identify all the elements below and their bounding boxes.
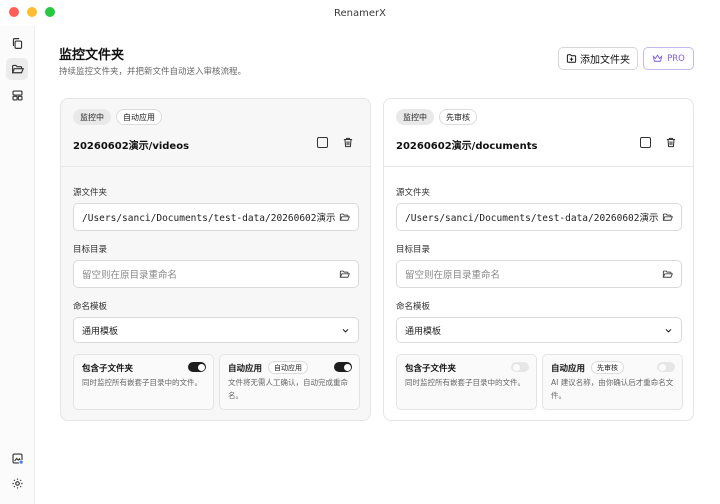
option-desc: 文件将无需人工确认，自动完成重命名。 bbox=[228, 378, 348, 400]
trash-icon[interactable] bbox=[342, 136, 354, 149]
include-subfolders-option: 包含子文件夹 同时监控所有嵌套子目录中的文件。 bbox=[396, 354, 537, 410]
add-folder-label: 添加文件夹 bbox=[580, 55, 630, 66]
source-folder-label: 源文件夹 bbox=[396, 188, 431, 198]
folder-open-icon[interactable] bbox=[662, 269, 673, 280]
folder-open-icon[interactable] bbox=[339, 212, 350, 223]
page-subtitle: 持续监控文件夹，并把新文件自动送入审核流程。 bbox=[59, 67, 247, 77]
main-content: 监控文件夹 持续监控文件夹，并把新文件自动送入审核流程。 添加文件夹 PRO 监… bbox=[35, 26, 720, 504]
copy-icon bbox=[12, 37, 22, 49]
zoom-window-button[interactable] bbox=[45, 7, 55, 17]
add-folder-button[interactable]: 添加文件夹 bbox=[558, 47, 638, 70]
close-window-button[interactable] bbox=[9, 7, 19, 17]
crown-icon bbox=[652, 54, 663, 62]
folder-plus-icon bbox=[566, 54, 577, 63]
source-folder-field[interactable]: /Users/sanci/Documents/test-data/2026060… bbox=[396, 203, 682, 231]
option-desc: AI 建议名称，由你确认后才重命名文件。 bbox=[551, 378, 674, 400]
template-label: 命名模板 bbox=[73, 302, 108, 312]
option-title: 包含子文件夹 bbox=[82, 364, 134, 374]
status-badge: 监控中 bbox=[396, 109, 434, 125]
sidebar bbox=[0, 26, 35, 504]
template-select[interactable]: 通用模板 bbox=[73, 317, 359, 343]
sidebar-item-layout[interactable] bbox=[6, 84, 28, 106]
pro-label: PRO bbox=[667, 53, 685, 64]
target-dir-field[interactable]: 留空则在原目录重命名 bbox=[396, 260, 682, 288]
window-controls bbox=[9, 7, 55, 17]
mode-badge: 先审核 bbox=[439, 109, 477, 125]
minimize-window-button[interactable] bbox=[27, 7, 37, 17]
sidebar-item-image[interactable] bbox=[6, 447, 28, 469]
template-select[interactable]: 通用模板 bbox=[396, 317, 682, 343]
target-dir-placeholder: 留空则在原目录重命名 bbox=[82, 270, 178, 281]
template-label: 命名模板 bbox=[396, 302, 431, 312]
page-title: 监控文件夹 bbox=[59, 48, 125, 63]
option-title: 自动应用 bbox=[228, 364, 263, 374]
option-title: 包含子文件夹 bbox=[405, 364, 457, 374]
folder-open-icon[interactable] bbox=[339, 269, 350, 280]
target-dir-placeholder: 留空则在原目录重命名 bbox=[405, 270, 501, 281]
template-value: 通用模板 bbox=[405, 326, 442, 337]
layout-icon bbox=[11, 89, 23, 101]
include-subfolders-toggle[interactable] bbox=[188, 362, 206, 372]
source-folder-value: /Users/sanci/Documents/test-data/2026060… bbox=[82, 213, 335, 224]
trash-icon[interactable] bbox=[665, 136, 677, 149]
option-badge: 先审核 bbox=[591, 361, 624, 374]
title-bar: RenamerX bbox=[0, 0, 720, 26]
chevron-down-icon bbox=[665, 328, 672, 333]
include-subfolders-option: 包含子文件夹 同时监控所有嵌套子目录中的文件。 bbox=[73, 354, 214, 410]
sidebar-item-watch-folders[interactable] bbox=[6, 58, 28, 80]
option-title: 自动应用 bbox=[551, 364, 586, 374]
folder-card: 监控中 先审核 20260602演示/documents 源文件夹 /Users… bbox=[383, 98, 694, 421]
target-dir-label: 目标目录 bbox=[73, 245, 108, 255]
folder-open-icon[interactable] bbox=[662, 212, 673, 223]
card-title: 20260602演示/documents bbox=[396, 141, 538, 152]
card-title: 20260602演示/videos bbox=[73, 141, 190, 152]
target-dir-label: 目标目录 bbox=[396, 245, 431, 255]
stop-square-icon[interactable] bbox=[317, 137, 328, 148]
pro-button[interactable]: PRO bbox=[643, 47, 694, 70]
source-folder-label: 源文件夹 bbox=[73, 188, 108, 198]
auto-apply-option: 自动应用 自动应用 文件将无需人工确认，自动完成重命名。 bbox=[219, 354, 360, 410]
template-value: 通用模板 bbox=[82, 326, 119, 337]
chevron-down-icon bbox=[342, 328, 349, 333]
auto-apply-option: 自动应用 先审核 AI 建议名称，由你确认后才重命名文件。 bbox=[542, 354, 683, 410]
include-subfolders-toggle[interactable] bbox=[511, 362, 529, 372]
app-window: RenamerX 监控文件夹 持续监控文件夹，并把新文件自动送入审核流程。 添加… bbox=[0, 0, 720, 504]
card-header: 监控中 自动应用 20260602演示/videos bbox=[61, 99, 370, 167]
option-badge: 自动应用 bbox=[268, 361, 308, 374]
sidebar-item-copy[interactable] bbox=[6, 32, 28, 54]
folder-open-icon bbox=[11, 64, 24, 73]
gear-icon bbox=[11, 477, 23, 489]
source-folder-value: /Users/sanci/Documents/test-data/2026060… bbox=[405, 213, 658, 224]
option-desc: 同时监控所有嵌套子目录中的文件。 bbox=[82, 378, 202, 387]
option-desc: 同时监控所有嵌套子目录中的文件。 bbox=[405, 378, 525, 387]
status-badge: 监控中 bbox=[73, 109, 111, 125]
source-folder-field[interactable]: /Users/sanci/Documents/test-data/2026060… bbox=[73, 203, 359, 231]
image-badge-icon bbox=[11, 452, 24, 465]
window-title: RenamerX bbox=[334, 7, 386, 19]
target-dir-field[interactable]: 留空则在原目录重命名 bbox=[73, 260, 359, 288]
auto-apply-toggle[interactable] bbox=[657, 362, 675, 372]
mode-badge: 自动应用 bbox=[116, 109, 162, 125]
folder-card: 监控中 自动应用 20260602演示/videos 源文件夹 /Users/s… bbox=[60, 98, 371, 421]
card-header: 监控中 先审核 20260602演示/documents bbox=[384, 99, 693, 167]
auto-apply-toggle[interactable] bbox=[334, 362, 352, 372]
stop-square-icon[interactable] bbox=[640, 137, 651, 148]
sidebar-item-settings[interactable] bbox=[6, 472, 28, 494]
